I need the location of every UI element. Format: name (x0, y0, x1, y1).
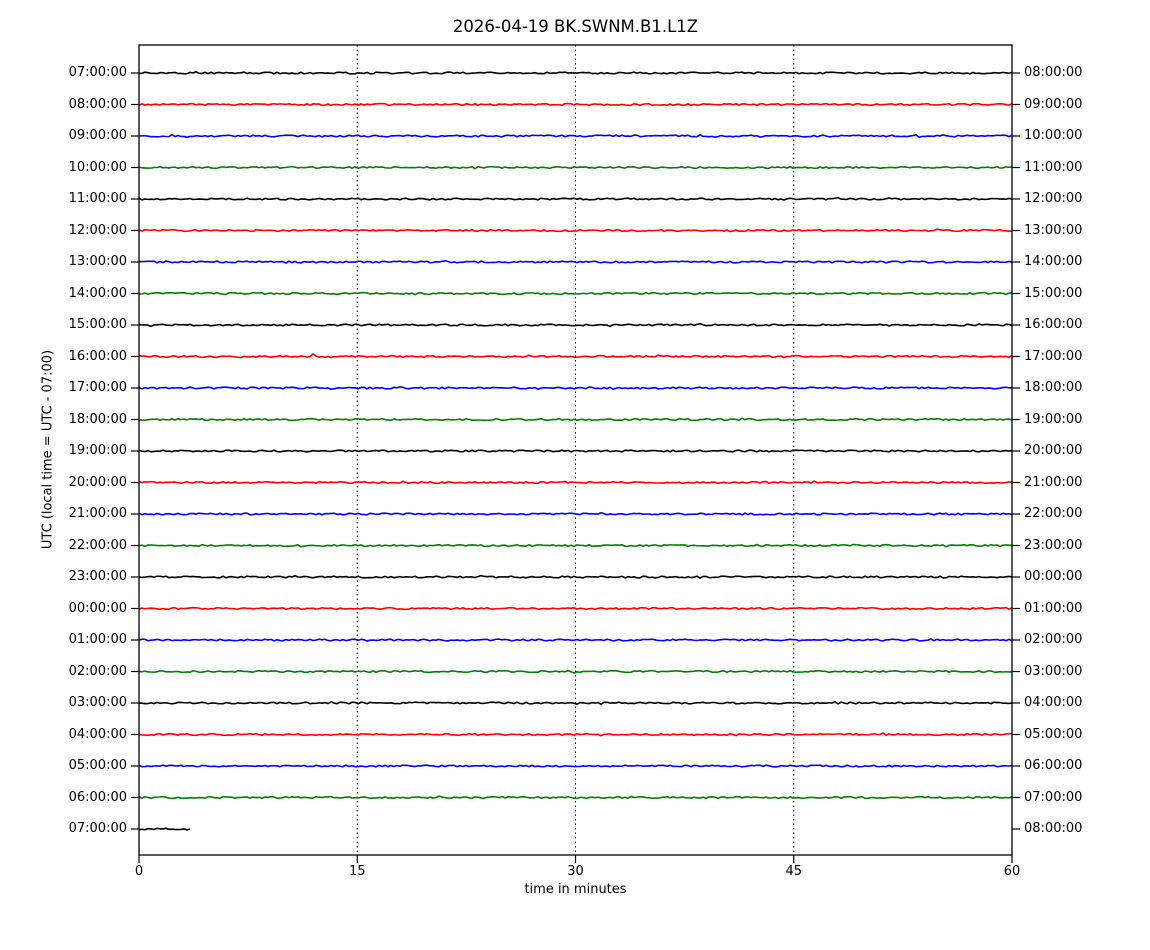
right-time-label: 10:00:00 (1024, 128, 1114, 144)
right-time-label: 05:00:00 (1024, 727, 1114, 743)
left-time-label: 04:00:00 (0, 727, 127, 743)
left-time-label: 13:00:00 (0, 254, 127, 270)
right-time-label: 23:00:00 (1024, 538, 1114, 554)
seismogram-trace (139, 513, 1012, 515)
seismogram-trace (139, 828, 190, 830)
right-time-label: 03:00:00 (1024, 664, 1114, 680)
right-time-label: 15:00:00 (1024, 286, 1114, 302)
right-time-label: 01:00:00 (1024, 601, 1114, 617)
left-time-label: 06:00:00 (0, 790, 127, 806)
left-time-label: 17:00:00 (0, 380, 127, 396)
x-tick-label: 45 (764, 864, 824, 880)
left-time-label: 01:00:00 (0, 632, 127, 648)
left-time-label: 08:00:00 (0, 97, 127, 113)
seismogram-trace (139, 608, 1012, 610)
left-time-label: 16:00:00 (0, 349, 127, 365)
seismogram-trace (139, 450, 1012, 452)
left-time-label: 00:00:00 (0, 601, 127, 617)
left-time-label: 10:00:00 (0, 160, 127, 176)
left-time-label: 15:00:00 (0, 317, 127, 333)
right-time-label: 08:00:00 (1024, 65, 1114, 81)
right-time-label: 02:00:00 (1024, 632, 1114, 648)
right-time-label: 11:00:00 (1024, 160, 1114, 176)
left-time-label: 23:00:00 (0, 569, 127, 585)
seismogram-trace (139, 104, 1012, 106)
dayplot-figure: 2026-04-19 BK.SWNM.B1.L1Z UTC (local tim… (0, 0, 1150, 950)
left-time-label: 19:00:00 (0, 443, 127, 459)
right-time-label: 21:00:00 (1024, 475, 1114, 491)
left-time-label: 07:00:00 (0, 821, 127, 837)
left-time-label: 14:00:00 (0, 286, 127, 302)
seismogram-trace (139, 166, 1012, 168)
left-time-label: 09:00:00 (0, 128, 127, 144)
right-time-label: 22:00:00 (1024, 506, 1114, 522)
right-time-label: 06:00:00 (1024, 758, 1114, 774)
seismogram-trace (139, 481, 1012, 483)
left-time-label: 22:00:00 (0, 538, 127, 554)
right-time-label: 12:00:00 (1024, 191, 1114, 207)
seismogram-trace (139, 733, 1012, 736)
seismogram-trace (139, 198, 1012, 200)
x-tick-label: 60 (982, 864, 1042, 880)
right-time-label: 14:00:00 (1024, 254, 1114, 270)
seismogram-trace (139, 544, 1012, 546)
seismogram-trace (139, 135, 1012, 138)
right-time-label: 00:00:00 (1024, 569, 1114, 585)
right-time-label: 07:00:00 (1024, 790, 1114, 806)
seismogram-trace (139, 639, 1012, 641)
right-time-label: 08:00:00 (1024, 821, 1114, 837)
x-tick-label: 15 (327, 864, 387, 880)
right-time-label: 17:00:00 (1024, 349, 1114, 365)
right-time-label: 16:00:00 (1024, 317, 1114, 333)
left-time-label: 20:00:00 (0, 475, 127, 491)
left-time-label: 05:00:00 (0, 758, 127, 774)
right-time-label: 09:00:00 (1024, 97, 1114, 113)
x-tick-label: 30 (546, 864, 606, 880)
right-time-label: 20:00:00 (1024, 443, 1114, 459)
plot-area (0, 0, 1150, 950)
x-tick-label: 0 (109, 864, 169, 880)
left-time-label: 03:00:00 (0, 695, 127, 711)
left-time-label: 12:00:00 (0, 223, 127, 239)
right-time-label: 19:00:00 (1024, 412, 1114, 428)
left-time-label: 11:00:00 (0, 191, 127, 207)
left-time-label: 21:00:00 (0, 506, 127, 522)
left-time-label: 18:00:00 (0, 412, 127, 428)
right-time-label: 18:00:00 (1024, 380, 1114, 396)
left-time-label: 02:00:00 (0, 664, 127, 680)
right-time-label: 04:00:00 (1024, 695, 1114, 711)
right-time-label: 13:00:00 (1024, 223, 1114, 239)
left-time-label: 07:00:00 (0, 65, 127, 81)
